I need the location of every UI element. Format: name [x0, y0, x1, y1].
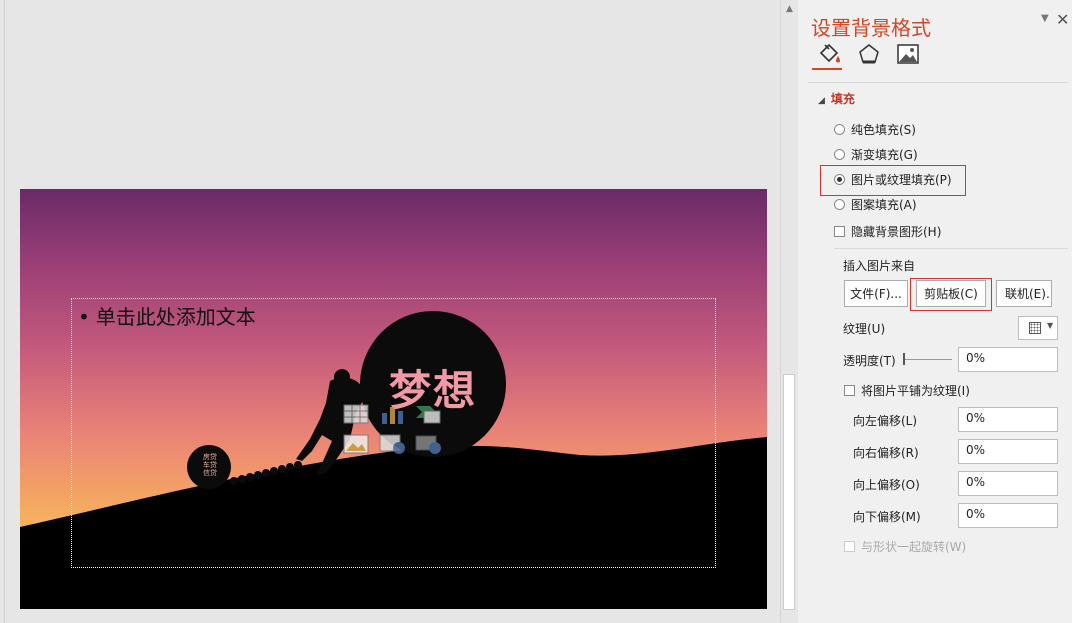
format-background-pane: 设置背景格式 ▼ ✕ ◢ 填充 纯色填充(S) 渐变填充(G) 图片或纹理填充(P…: [798, 0, 1072, 623]
offset-left-input[interactable]: 0%: [958, 407, 1058, 432]
file-button[interactable]: 文件(F)...: [844, 280, 908, 307]
insert-content-icons: [342, 403, 452, 469]
radio-pattern-fill[interactable]: 图案填充(A): [834, 196, 917, 213]
transparency-slider-handle[interactable]: [903, 353, 905, 365]
editor-edge: [4, 0, 5, 623]
close-icon[interactable]: ✕: [1056, 10, 1069, 29]
radio-button[interactable]: [834, 149, 845, 160]
pane-divider: [808, 82, 1068, 83]
paint-bucket-icon[interactable]: [816, 42, 842, 66]
fill-section-label: 填充: [830, 92, 855, 106]
picture-icon[interactable]: [895, 42, 921, 66]
section-divider: [834, 248, 1068, 249]
radio-solid-fill[interactable]: 纯色填充(S): [834, 121, 916, 138]
checkbox[interactable]: [844, 385, 855, 396]
transparency-input[interactable]: 0%: [958, 347, 1058, 372]
scroll-up-arrow-icon[interactable]: ▲: [781, 0, 798, 17]
offset-top-input[interactable]: 0%: [958, 471, 1058, 496]
texture-label: 纹理(U): [843, 322, 886, 336]
insert-smartart-icon[interactable]: [414, 403, 442, 425]
radio-label: 纯色填充(S): [851, 123, 916, 137]
slide-canvas[interactable]: 梦想 房贷 车贷 信贷 • 单击此处添加文本: [20, 189, 767, 609]
offset-right-label: 向右偏移(R): [853, 446, 919, 460]
pane-options-dropdown-icon[interactable]: ▼: [1041, 13, 1049, 24]
checkbox-label: 将图片平铺为纹理(I): [861, 384, 970, 398]
radio-button[interactable]: [834, 199, 845, 210]
insert-picture-from-label: 插入图片来自: [843, 259, 916, 273]
offset-bottom-input[interactable]: 0%: [958, 503, 1058, 528]
slide-editor: 梦想 房贷 车贷 信贷 • 单击此处添加文本: [0, 0, 780, 623]
checkbox-label: 隐藏背景图形(H): [851, 225, 942, 239]
insert-chart-icon[interactable]: [378, 403, 406, 425]
radio-button[interactable]: [834, 124, 845, 135]
placeholder-prompt: 单击此处添加文本: [95, 305, 256, 329]
offset-bottom-label: 向下偏移(M): [853, 510, 921, 524]
chevron-down-icon: ▼: [1047, 321, 1054, 330]
editor-scrollbar[interactable]: ▲: [780, 0, 798, 623]
scroll-thumb[interactable]: [783, 374, 795, 610]
transparency-label: 透明度(T): [843, 354, 896, 368]
pentagon-icon[interactable]: [856, 42, 882, 66]
bullet: •: [78, 305, 90, 329]
radio-gradient-fill[interactable]: 渐变填充(G): [834, 146, 918, 163]
pane-title: 设置背景格式: [811, 16, 931, 40]
offset-left-label: 向左偏移(L): [853, 414, 918, 428]
checkbox[interactable]: [844, 541, 855, 552]
offset-top-label: 向上偏移(O): [853, 478, 920, 492]
transparency-slider-track[interactable]: [904, 359, 952, 360]
hide-background-graphics-checkbox[interactable]: 隐藏背景图形(H): [834, 223, 941, 240]
online-button[interactable]: 联机(E)...: [996, 280, 1052, 307]
texture-swatch-icon: [1029, 322, 1041, 334]
insert-online-picture-icon[interactable]: [378, 433, 406, 455]
texture-picker[interactable]: ▼: [1018, 316, 1058, 340]
rotate-with-shape-checkbox[interactable]: 与形状一起旋转(W): [844, 538, 966, 555]
collapse-triangle-icon: ◢: [818, 96, 825, 106]
highlight-box: [820, 165, 966, 196]
insert-picture-icon[interactable]: [342, 433, 370, 455]
checkbox-label: 与形状一起旋转(W): [861, 540, 967, 554]
tile-picture-checkbox[interactable]: 将图片平铺为纹理(I): [844, 382, 970, 399]
radio-label: 渐变填充(G): [851, 148, 918, 162]
radio-label: 图案填充(A): [851, 198, 917, 212]
insert-table-icon[interactable]: [342, 403, 370, 425]
placeholder-text[interactable]: • 单击此处添加文本: [78, 301, 256, 330]
fill-section-header[interactable]: ◢ 填充: [818, 90, 855, 107]
offset-right-input[interactable]: 0%: [958, 439, 1058, 464]
highlight-box: [910, 278, 992, 311]
insert-video-icon[interactable]: [414, 433, 442, 455]
checkbox[interactable]: [834, 226, 845, 237]
tab-selected-indicator: [812, 68, 842, 70]
